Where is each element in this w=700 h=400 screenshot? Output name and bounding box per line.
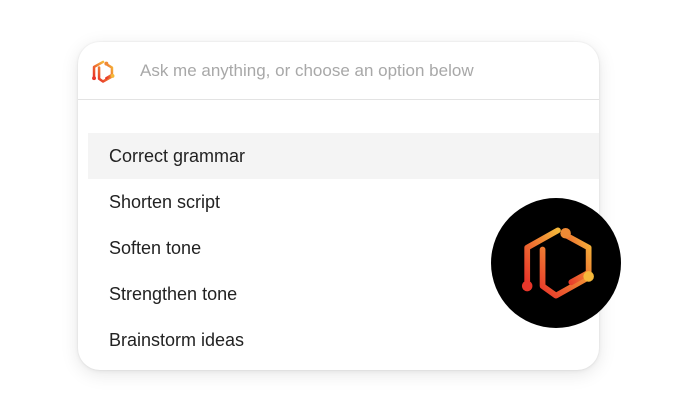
stage: Correct grammar Shorten script Soften to… [0,0,700,400]
assistant-menu-card: Correct grammar Shorten script Soften to… [78,42,599,370]
option-brainstorm-ideas[interactable]: Brainstorm ideas [88,317,599,363]
ai-hexagon-logo-icon [521,227,594,299]
prompt-input[interactable] [140,56,580,86]
prompt-bar [78,42,599,100]
ai-logo-badge [491,198,621,328]
option-correct-grammar[interactable]: Correct grammar [88,133,599,179]
ai-hexagon-logo-icon [89,58,117,86]
